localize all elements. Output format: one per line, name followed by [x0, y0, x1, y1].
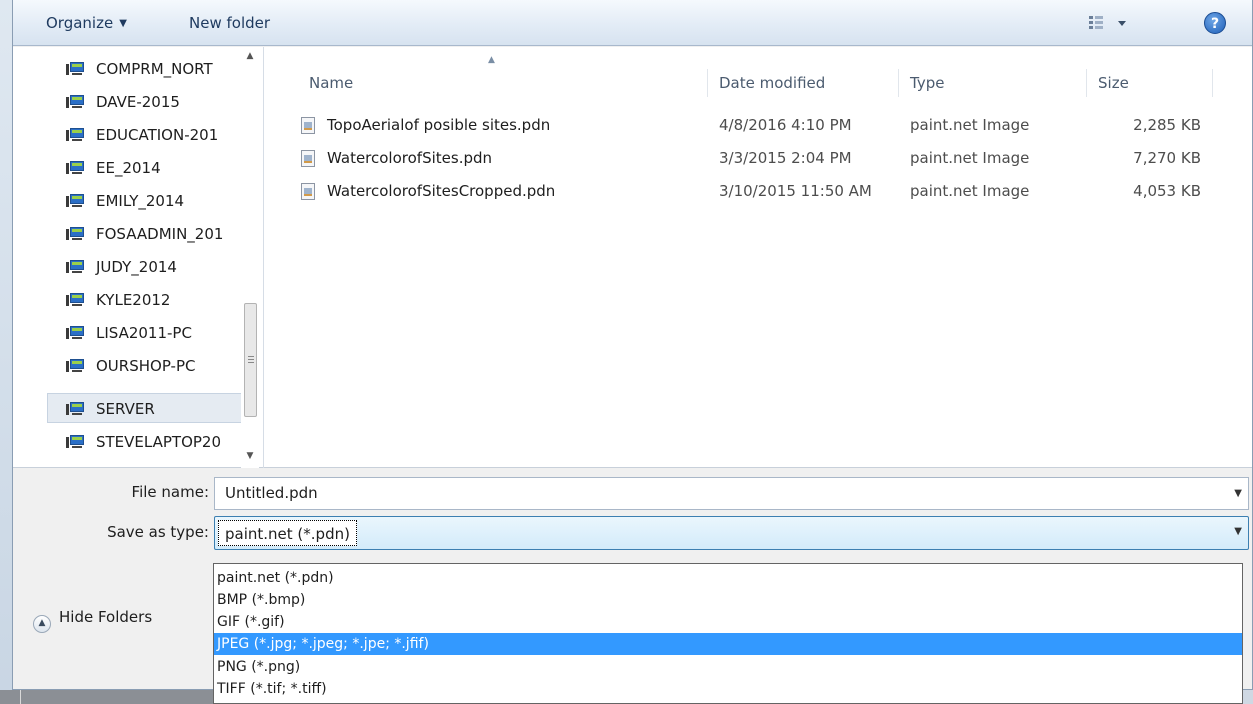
file-date: 3/3/2015 2:04 PM [719, 149, 852, 167]
computer-icon [66, 62, 84, 75]
image-file-icon [301, 183, 315, 200]
column-header-name[interactable]: Name [309, 74, 353, 92]
file-size: 2,285 KB [1133, 116, 1201, 134]
nav-item-computer[interactable]: EE_2014 [48, 153, 258, 183]
column-divider[interactable] [1086, 69, 1087, 97]
file-name: WatercolorofSitesCropped.pdn [327, 182, 556, 200]
column-header-date[interactable]: Date modified [719, 74, 825, 92]
filename-label: File name: [131, 483, 209, 501]
column-divider[interactable] [1212, 69, 1213, 97]
nav-item-computer[interactable]: DAVE-2015 [48, 87, 258, 117]
nav-item-label: COMPRM_NORT [96, 60, 213, 78]
nav-item-computer[interactable]: STEVELAPTOP20 [48, 427, 258, 457]
nav-scrollbar[interactable]: ▲ ▼ [241, 47, 259, 468]
column-header-size[interactable]: Size [1098, 74, 1129, 92]
toolbar: Organize ▼ New folder ? [13, 0, 1252, 46]
filename-value: Untitled.pdn [225, 484, 318, 502]
content-pane: COMPRM_NORT DAVE-2015 EDUCATION-201 EE_2… [13, 47, 1252, 468]
column-header-type[interactable]: Type [910, 74, 944, 92]
computer-icon [66, 260, 84, 273]
chevron-down-icon[interactable]: ▼ [1234, 526, 1242, 537]
nav-item-label: EE_2014 [96, 159, 161, 177]
navigation-pane: COMPRM_NORT DAVE-2015 EDUCATION-201 EE_2… [13, 47, 264, 468]
nav-item-computer[interactable]: EDUCATION-201 [48, 120, 258, 150]
image-file-icon [301, 150, 315, 167]
dropdown-option[interactable]: BMP (*.bmp) [214, 589, 1242, 611]
dropdown-option[interactable]: GIF (*.gif) [214, 611, 1242, 633]
nav-item-label: EDUCATION-201 [96, 126, 219, 144]
nav-item-label: OURSHOP-PC [96, 357, 196, 375]
new-folder-button[interactable]: New folder [189, 14, 270, 32]
file-date: 3/10/2015 11:50 AM [719, 182, 872, 200]
filename-input[interactable]: Untitled.pdn ▼ [214, 477, 1249, 510]
dropdown-option-highlighted[interactable]: JPEG (*.jpg; *.jpeg; *.jpe; *.jfif) [214, 633, 1242, 655]
sort-ascending-icon: ▲ [488, 55, 495, 65]
grip-icon [248, 356, 254, 363]
nav-item-label: EMILY_2014 [96, 192, 185, 210]
nav-item-computer-selected[interactable]: SERVER [47, 393, 258, 423]
nav-item-label: SERVER [96, 400, 155, 418]
nav-item-computer[interactable]: COMPRM_NORT [48, 54, 258, 84]
chevron-down-icon: ▼ [119, 18, 127, 29]
file-name: WatercolorofSites.pdn [327, 149, 493, 167]
file-row[interactable]: WatercolorofSitesCropped.pdn 3/10/2015 1… [293, 178, 1252, 206]
nav-item-computer[interactable]: EMILY_2014 [48, 186, 258, 216]
organize-button[interactable]: Organize ▼ [46, 14, 127, 32]
dropdown-option[interactable]: paint.net (*.pdn) [214, 567, 1242, 589]
file-type: paint.net Image [910, 182, 1030, 200]
file-size: 7,270 KB [1133, 149, 1201, 167]
computer-icon [66, 194, 84, 207]
scroll-up-icon[interactable]: ▲ [241, 47, 259, 65]
computer-icon [66, 128, 84, 141]
file-row[interactable]: TopoAerialof posible sites.pdn 4/8/2016 … [293, 112, 1252, 140]
view-list-icon [1089, 16, 1126, 29]
column-divider[interactable] [898, 69, 899, 97]
background-app-strip [0, 690, 213, 704]
savetype-value: paint.net (*.pdn) [218, 520, 357, 546]
computer-icon [66, 402, 84, 415]
chevron-down-icon[interactable]: ▼ [1234, 478, 1242, 509]
ruler-tick [20, 690, 30, 704]
file-type: paint.net Image [910, 116, 1030, 134]
column-divider[interactable] [707, 69, 708, 97]
file-size: 4,053 KB [1133, 182, 1201, 200]
savetype-label: Save as type: [107, 523, 209, 541]
chevron-up-icon: ▲ [33, 615, 51, 633]
nav-item-computer[interactable]: OURSHOP-PC [48, 351, 258, 381]
file-date: 4/8/2016 4:10 PM [719, 116, 852, 134]
hide-folders-button[interactable]: ▲ Hide Folders [33, 608, 152, 633]
computer-icon [66, 359, 84, 372]
computer-icon [66, 326, 84, 339]
organize-label: Organize [46, 14, 114, 32]
scroll-down-icon[interactable]: ▼ [241, 447, 259, 465]
savetype-select[interactable]: paint.net (*.pdn) ▼ [214, 516, 1249, 550]
dropdown-option[interactable]: PNG (*.png) [214, 656, 1242, 678]
nav-item-label: LISA2011-PC [96, 324, 192, 342]
file-name: TopoAerialof posible sites.pdn [327, 116, 551, 134]
computer-icon [66, 293, 84, 306]
nav-item-computer[interactable]: JUDY_2014 [48, 252, 258, 282]
nav-item-label: KYLE2012 [96, 291, 171, 309]
nav-item-label: STEVELAPTOP20 [96, 433, 222, 451]
computer-icon [66, 227, 84, 240]
scrollbar-thumb[interactable] [244, 303, 257, 417]
computer-icon [66, 161, 84, 174]
dropdown-option[interactable]: TIFF (*.tif; *.tiff) [214, 678, 1242, 700]
computer-icon [66, 95, 84, 108]
nav-item-label: JUDY_2014 [96, 258, 177, 276]
nav-item-computer[interactable]: FOSAADMIN_201 [48, 219, 258, 249]
nav-item-computer[interactable]: KYLE2012 [48, 285, 258, 315]
view-options-button[interactable] [1087, 13, 1147, 33]
computer-icon [66, 435, 84, 448]
savetype-dropdown-list: paint.net (*.pdn) BMP (*.bmp) GIF (*.gif… [213, 563, 1243, 704]
file-row[interactable]: WatercolorofSites.pdn 3/3/2015 2:04 PM p… [293, 145, 1252, 173]
image-file-icon [301, 117, 315, 134]
hide-folders-label: Hide Folders [59, 608, 153, 626]
nav-item-label: FOSAADMIN_201 [96, 225, 224, 243]
file-type: paint.net Image [910, 149, 1030, 167]
help-button[interactable]: ? [1204, 12, 1226, 34]
nav-item-label: DAVE-2015 [96, 93, 180, 111]
nav-item-computer[interactable]: LISA2011-PC [48, 318, 258, 348]
